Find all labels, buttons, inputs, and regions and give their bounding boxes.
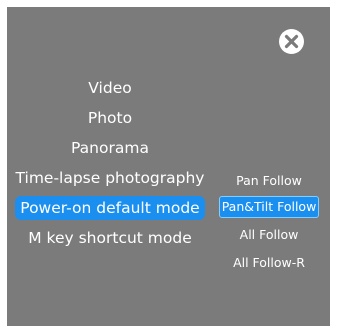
option-pan-tilt-follow[interactable]: Pan&Tilt Follow [219,196,319,218]
menu-item-time-lapse[interactable]: Time-lapse photography [15,166,205,190]
close-button[interactable] [279,29,304,54]
close-icon [284,34,299,49]
menu-item-photo[interactable]: Photo [15,106,205,130]
menu-item-panorama[interactable]: Panorama [15,136,205,160]
option-all-follow-r[interactable]: All Follow-R [219,252,319,274]
menu-item-m-key-shortcut-mode[interactable]: M key shortcut mode [15,226,205,250]
option-pan-follow[interactable]: Pan Follow [219,170,319,192]
option-all-follow[interactable]: All Follow [219,224,319,246]
menu-item-video[interactable]: Video [15,76,205,100]
menu-item-power-on-default-mode[interactable]: Power-on default mode [15,196,205,220]
